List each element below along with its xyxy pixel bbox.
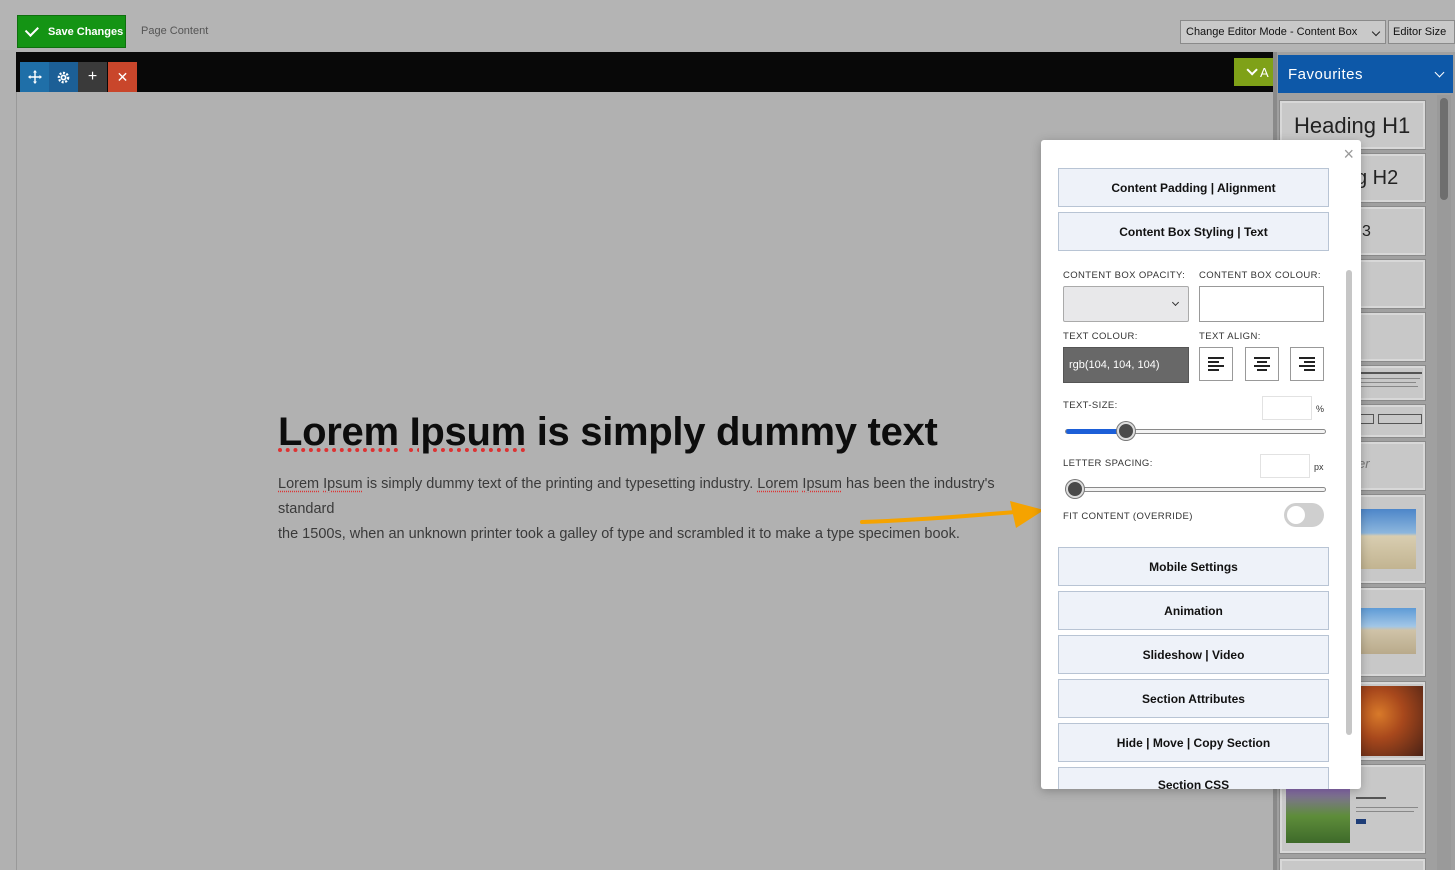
photo-image (1360, 686, 1423, 756)
favourite-card[interactable] (1279, 858, 1426, 870)
section-attributes-button[interactable]: Section Attributes (1058, 679, 1329, 718)
chevron-down-icon (1246, 64, 1258, 76)
letter-spacing-unit: px (1314, 462, 1324, 472)
gear-icon (57, 71, 70, 83)
paragraph-word: Lorem (757, 476, 799, 492)
beach-image (1360, 608, 1416, 654)
animation-button[interactable]: Animation (1058, 591, 1329, 630)
letter-spacing-label: LETTER SPACING: (1063, 458, 1153, 469)
save-changes-button[interactable]: Save Changes (17, 15, 126, 48)
thumb-button (1356, 819, 1366, 824)
scrollbar-thumb[interactable] (1440, 98, 1448, 200)
favourites-title: Favourites (1288, 65, 1364, 83)
content-box-styling-text-button[interactable]: Content Box Styling | Text (1058, 212, 1329, 251)
hero-heading[interactable]: Lorem Ipsum is simply dummy text (278, 410, 938, 455)
beach-image (1360, 509, 1416, 569)
paragraph-word: Ipsum (323, 476, 363, 492)
check-icon (24, 22, 39, 37)
thumb-button (1378, 414, 1422, 424)
text-size-label: TEXT-SIZE: (1063, 400, 1118, 411)
thumb-line (1360, 372, 1422, 374)
paragraph-text: is simply dummy text of the printing and… (362, 476, 758, 492)
letter-spacing-slider[interactable] (1065, 480, 1326, 498)
content-box-settings-modal: × Content Padding | Alignment Content Bo… (1041, 140, 1361, 789)
text-size-slider-handle[interactable] (1116, 422, 1135, 440)
thumb-button (1360, 414, 1374, 424)
thumb-line (1356, 811, 1414, 812)
favourites-dropdown[interactable]: Favourites (1278, 55, 1453, 93)
thumb-line (1360, 386, 1418, 387)
chevron-down-icon (1371, 27, 1381, 37)
content-box-opacity-label: CONTENT BOX OPACITY: (1063, 270, 1186, 281)
content-padding-alignment-button[interactable]: Content Padding | Alignment (1058, 168, 1329, 207)
heading-rest: is simply dummy text (525, 410, 938, 454)
section-settings-button[interactable] (49, 62, 78, 92)
plus-icon: + (87, 68, 98, 85)
editor-size-button[interactable]: Editor Size (1388, 20, 1455, 44)
editor-panel-tab[interactable]: A (1234, 58, 1274, 86)
content-box-colour-input[interactable] (1199, 286, 1324, 322)
add-section-button[interactable]: + (78, 62, 107, 92)
close-icon: ✕ (116, 68, 129, 85)
letter-spacing-input[interactable] (1260, 454, 1310, 478)
move-section-button[interactable] (20, 62, 49, 92)
align-center-icon (1254, 357, 1270, 371)
favourites-scrollbar[interactable] (1437, 95, 1451, 870)
text-colour-input[interactable]: rgb(104, 104, 104) (1063, 347, 1189, 383)
section-toolbar-bar (16, 52, 1273, 92)
hide-move-copy-section-button[interactable]: Hide | Move | Copy Section (1058, 723, 1329, 762)
align-right-icon (1299, 357, 1315, 371)
editor-panel-tab-label: A (1260, 64, 1269, 80)
thumb-line (1360, 378, 1420, 379)
letter-spacing-slider-handle[interactable] (1066, 480, 1084, 498)
text-align-center-button[interactable] (1245, 347, 1279, 381)
top-strip (0, 0, 1455, 12)
page-content-label: Page Content (141, 25, 209, 37)
mobile-settings-button[interactable]: Mobile Settings (1058, 547, 1329, 586)
content-box-opacity-select[interactable] (1063, 286, 1189, 322)
text-align-label: TEXT ALIGN: (1199, 331, 1261, 342)
slideshow-video-button[interactable]: Slideshow | Video (1058, 635, 1329, 674)
annotation-arrow-icon (860, 501, 1044, 528)
flower-image (1286, 789, 1350, 843)
text-size-input[interactable] (1262, 396, 1312, 420)
text-align-left-button[interactable] (1199, 347, 1233, 381)
fit-content-label: FIT CONTENT (OVERRIDE) (1063, 511, 1193, 522)
heading-word: Lorem (278, 410, 399, 454)
delete-section-button[interactable]: ✕ (108, 62, 137, 92)
paragraph-line-2: the 1500s, when an unknown printer took … (278, 526, 960, 542)
content-box-colour-label: CONTENT BOX COLOUR: (1199, 270, 1321, 281)
save-changes-label: Save Changes (48, 25, 124, 38)
heading-space (399, 410, 410, 454)
thumb-line (1356, 807, 1418, 808)
paragraph-word: Ipsum (802, 476, 842, 492)
thumb-line (1360, 382, 1416, 383)
modal-scrollbar[interactable] (1341, 150, 1357, 770)
editor-size-label: Editor Size (1393, 26, 1447, 38)
favourite-card-label: g H2 (1356, 167, 1399, 189)
fit-content-toggle[interactable] (1284, 503, 1324, 527)
toggle-knob (1287, 506, 1305, 524)
favourite-card-label: 3 (1362, 223, 1371, 240)
text-size-slider[interactable] (1065, 422, 1326, 440)
text-size-unit: % (1316, 404, 1325, 414)
editor-mode-label: Change Editor Mode - Content Box (1186, 26, 1358, 38)
align-left-icon (1208, 357, 1224, 371)
scrollbar-thumb[interactable] (1346, 270, 1352, 735)
chevron-down-icon (1434, 67, 1445, 78)
thumb-line (1356, 797, 1386, 799)
heading-word: Ipsum (409, 410, 527, 454)
move-icon (27, 70, 42, 84)
change-editor-mode-dropdown[interactable]: Change Editor Mode - Content Box (1180, 20, 1386, 44)
text-colour-label: TEXT COLOUR: (1063, 331, 1138, 342)
text-align-right-button[interactable] (1290, 347, 1324, 381)
section-css-button[interactable]: Section CSS (1058, 767, 1329, 789)
text-colour-value: rgb(104, 104, 104) (1069, 359, 1160, 371)
favourite-card-label: Heading H1 (1294, 113, 1411, 138)
chevron-down-icon (1171, 298, 1180, 307)
paragraph-word: Lorem (278, 476, 320, 492)
